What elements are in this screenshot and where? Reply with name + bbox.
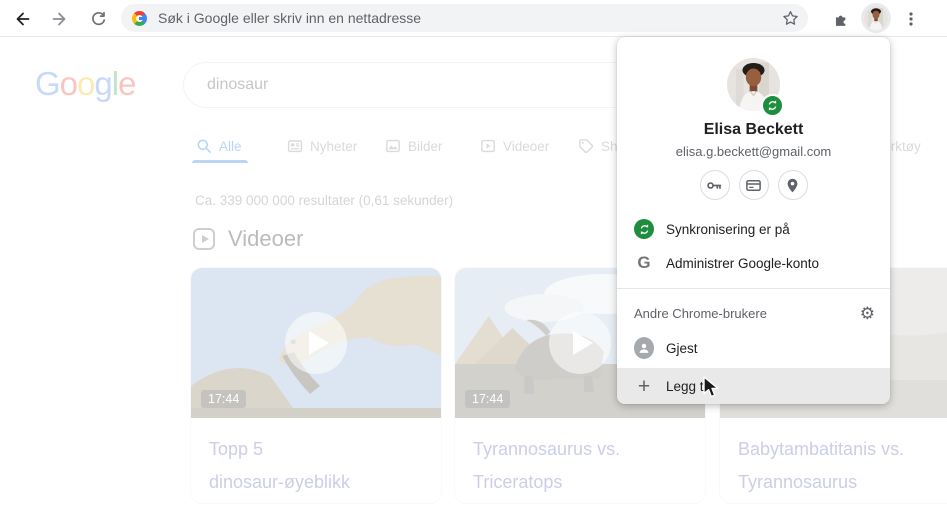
video-title[interactable]: Tyrannosaurus vs. Triceratops xyxy=(455,418,705,499)
credit-card-icon xyxy=(746,179,761,191)
passwords-button[interactable] xyxy=(699,170,730,200)
sync-status-item[interactable]: Synkronisering er på xyxy=(617,212,890,246)
sync-on-badge xyxy=(761,94,784,117)
video-duration: 17:44 xyxy=(201,390,247,408)
google-logo: Google xyxy=(35,65,136,102)
search-query-text: dinosaur xyxy=(207,76,269,93)
sync-status-icon-wrap xyxy=(634,219,654,239)
logo-letter: o xyxy=(59,65,78,102)
video-title[interactable]: Topp 5 dinosaur-øyeblikk xyxy=(191,418,441,499)
shopping-tag-icon xyxy=(579,139,594,154)
back-button[interactable] xyxy=(10,7,34,31)
profile-menu: Elisa Beckett elisa.g.beckett@gmail.com xyxy=(617,37,890,404)
tab-alle[interactable]: Alle xyxy=(196,135,242,157)
star-icon xyxy=(783,10,798,25)
location-pin-icon xyxy=(787,178,798,192)
reload-button[interactable] xyxy=(86,7,110,31)
tab-nyheter[interactable]: Nyheter xyxy=(287,135,357,157)
manage-account-label: Administrer Google-konto xyxy=(666,255,820,271)
google-g-icon: G xyxy=(637,253,651,272)
gear-icon[interactable]: ⚙ xyxy=(860,305,875,322)
video-duration: 17:44 xyxy=(465,390,511,408)
extensions-button[interactable] xyxy=(829,7,853,31)
forward-button[interactable] xyxy=(48,7,72,31)
profile-avatar-icon xyxy=(864,6,888,30)
forward-arrow-icon xyxy=(52,12,66,26)
profile-email: elisa.g.beckett@gmail.com xyxy=(675,144,832,159)
sync-status-label: Synkronisering er på xyxy=(666,221,790,237)
play-button[interactable] xyxy=(285,312,347,374)
logo-letter: g xyxy=(94,65,112,102)
video-title-line: Topp 5 xyxy=(209,439,264,459)
manage-account-item[interactable]: G Administrer Google-konto xyxy=(617,246,890,280)
google-favicon xyxy=(132,10,147,26)
tab-bilder[interactable]: Bilder xyxy=(385,135,443,157)
active-tab-underline xyxy=(192,160,248,163)
video-title-line: Tyrannosaurus xyxy=(738,472,858,492)
logo-letter: G xyxy=(35,65,61,102)
tab-videoer[interactable]: Videoer xyxy=(480,135,549,157)
plus-icon-wrap: + xyxy=(634,374,654,398)
videos-icon xyxy=(481,139,495,153)
video-title-line: Triceratops xyxy=(473,472,563,492)
profile-name: Elisa Beckett xyxy=(703,121,804,138)
videos-section-title: Videoer xyxy=(228,226,304,251)
news-icon xyxy=(287,140,303,153)
other-users-header: Andre Chrome-brukere ⚙ xyxy=(617,298,890,328)
guest-item[interactable]: Gjest xyxy=(617,331,890,365)
guest-label: Gjest xyxy=(666,340,698,356)
other-users-label: Andre Chrome-brukere xyxy=(634,305,767,321)
key-icon xyxy=(707,181,722,189)
video-title-line: dinosaur-øyeblikk xyxy=(209,472,351,492)
bookmark-star-button[interactable] xyxy=(782,10,799,27)
video-title-line: Babytambatitanis vs. xyxy=(738,439,905,459)
menu-divider xyxy=(617,288,890,289)
person-icon xyxy=(639,343,649,353)
payments-button[interactable] xyxy=(738,170,769,200)
result-stats: Ca. 339 000 000 resultater (0,61 sekunde… xyxy=(195,193,454,208)
sync-icon xyxy=(768,100,777,111)
profile-avatar-button[interactable] xyxy=(861,3,891,33)
video-card[interactable]: 17:44 Topp 5 dinosaur-øyeblikk xyxy=(190,267,442,504)
video-thumbnail[interactable]: 17:44 xyxy=(191,268,441,418)
sync-icon xyxy=(640,224,648,234)
logo-letter: o xyxy=(77,65,95,102)
browser-toolbar: Søk i Google eller skriv inn en nettadre… xyxy=(0,0,947,37)
add-person-item[interactable]: + Legg til xyxy=(617,368,890,404)
addresses-button[interactable] xyxy=(777,170,808,200)
tab-label: Alle xyxy=(219,138,242,154)
back-arrow-icon xyxy=(16,12,30,26)
browser-menu-button[interactable] xyxy=(899,7,923,31)
sync-green-icon xyxy=(634,219,654,239)
images-icon xyxy=(386,139,400,153)
play-button[interactable] xyxy=(549,312,611,374)
guest-icon-wrap xyxy=(634,337,654,359)
address-bar-text[interactable]: Søk i Google eller skriv inn en nettadre… xyxy=(158,10,782,26)
logo-letter: e xyxy=(118,65,136,102)
mouse-cursor xyxy=(703,376,719,398)
video-title-line: Tyrannosaurus vs. xyxy=(473,439,621,459)
reload-icon xyxy=(91,11,105,25)
address-bar[interactable]: Søk i Google eller skriv inn en nettadre… xyxy=(121,4,808,32)
plus-icon: + xyxy=(637,374,651,398)
tab-label: Bilder xyxy=(408,138,443,154)
tab-label: Videoer xyxy=(503,138,550,154)
videos-section-icon xyxy=(193,228,215,250)
search-tab-icon xyxy=(197,139,211,153)
video-title[interactable]: Babytambatitanis vs. Tyrannosaurus xyxy=(720,418,947,499)
guest-person-icon xyxy=(634,337,654,359)
account-shortcuts xyxy=(617,170,890,200)
puzzle-icon xyxy=(835,15,845,26)
tab-label: Nyheter xyxy=(310,138,358,154)
kebab-menu-icon xyxy=(909,12,913,26)
